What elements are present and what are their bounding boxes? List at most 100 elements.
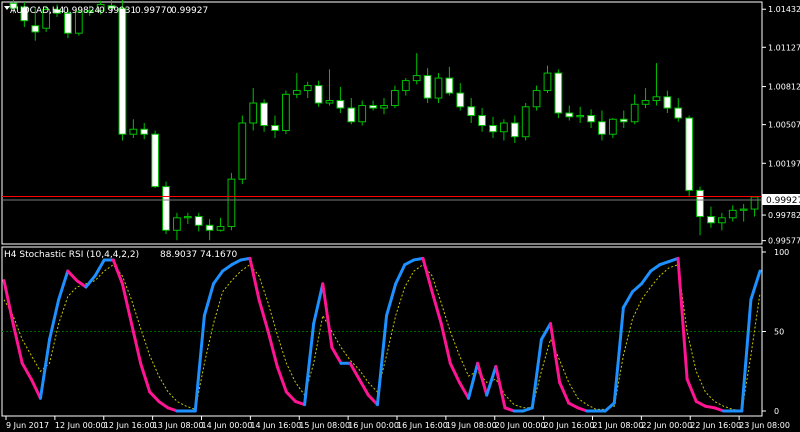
bear-candle [140, 128, 149, 135]
bull-candle [227, 178, 236, 228]
symbol-label: AUDCAD,H4 [10, 6, 65, 16]
time-tick-label: 14 Jun 16:00 [250, 421, 301, 430]
indicator-name: H4 Stochastic RSI (10,4,4,2,2) [4, 250, 139, 260]
bull-candle [183, 216, 192, 219]
time-tick-label: 22 Jun 00:00 [641, 421, 692, 430]
stoch-segment-down [20, 361, 33, 381]
stoch-segment-up [621, 290, 634, 310]
bull-candle [739, 208, 748, 211]
bear-candle [554, 72, 563, 114]
time-tick-label: 22 Jun 16:00 [690, 421, 741, 430]
bear-candle [369, 105, 377, 109]
bear-candle [456, 92, 465, 108]
bear-candle [565, 112, 574, 118]
bear-candle [478, 115, 486, 126]
stoch-segment-down [284, 390, 297, 403]
stoch-segment-down [476, 361, 489, 397]
stoch-segment-up [612, 306, 625, 405]
bear-candle [696, 189, 704, 218]
stoch-segment-down [694, 399, 707, 408]
indicator-header: H4 Stochastic RSI (10,4,4,2,2) 88.9037 7… [4, 250, 237, 260]
low-value: 0.99770 [135, 6, 172, 16]
indicator-value-1: 88.9037 [160, 250, 197, 260]
time-tick-label: 12 Jun 16:00 [104, 421, 155, 430]
time-tick-label: 12 Jun 00:00 [55, 421, 106, 430]
stoch-segment-up [467, 361, 480, 400]
stoch-segment-up [375, 314, 389, 407]
bear-candle [336, 100, 345, 109]
bull-candle [238, 122, 247, 180]
indicator-tick-label: 50 [774, 328, 784, 337]
stoch-segment-up [603, 401, 616, 413]
close-value: 0.99927 [171, 6, 208, 16]
price-header: AUDCAD,H4 0.99824 0.99931 0.99770 0.9992… [4, 6, 208, 16]
price-tick-label: 1.01127 [768, 43, 800, 52]
stoch-segment-up [385, 282, 398, 318]
stoch-segment-down [558, 380, 571, 405]
time-axis: 9 Jun 2017 12 Jun 00:0012 Jun 16:0013 Jun… [5, 416, 790, 430]
stoch-segment-up [640, 269, 653, 286]
stoch-segment-down [157, 399, 170, 410]
bear-candle [314, 85, 323, 104]
open-value: 0.99824 [63, 6, 100, 16]
time-tick-label: 20 Jun 16:00 [544, 421, 595, 430]
current-price-label: 0.99927 [766, 196, 800, 206]
stoch-segment-down [357, 377, 370, 397]
stoch-segment-down [248, 256, 261, 302]
stoch-segment-down [275, 364, 288, 394]
time-tick-label: 23 Jun 08:00 [739, 421, 790, 430]
indicator-lines: 100 50 0 [2, 248, 789, 416]
bull-candle [576, 115, 585, 118]
bear-candle [598, 121, 606, 135]
bull-candle [401, 80, 410, 92]
stoch-segment-up [394, 263, 407, 286]
price-tick-label: 1.00507 [768, 121, 800, 130]
stoch-segment-down [685, 377, 698, 403]
high-value: 0.99931 [99, 6, 136, 16]
stoch-segment-down [321, 282, 334, 349]
time-tick-label: 14 Jun 00:00 [201, 421, 252, 430]
bull-candle [216, 226, 225, 231]
stoch-segment-down [330, 345, 343, 365]
stoch-segment-down [130, 322, 143, 365]
bear-candle [151, 133, 160, 188]
bear-candle [423, 75, 432, 99]
bull-candle [717, 217, 726, 224]
stoch-segment-down [257, 298, 270, 333]
stoch-segment-up [221, 263, 234, 273]
time-tick-label: 15 Jun 08:00 [299, 421, 350, 430]
bear-candle [118, 7, 127, 135]
bull-candle [391, 90, 399, 107]
current-price-tag: 0.99927 [762, 194, 800, 206]
bull-candle [129, 128, 138, 135]
bear-candle [205, 224, 214, 231]
stoch-segment-down [439, 322, 452, 365]
bull-candle [292, 90, 301, 95]
chart: 1.01432 1.01127 1.00812 1.00507 1.00197 0.998… [1, 0, 800, 430]
stoch-segment-up [303, 322, 316, 407]
bull-candle [652, 96, 661, 102]
bull-candle [728, 209, 737, 219]
stoch-segment-down [348, 361, 361, 381]
stoch-segment-up [312, 282, 325, 326]
bull-candle [630, 103, 639, 123]
bear-candle [271, 124, 279, 131]
bull-candle [543, 72, 552, 92]
price-tick-label: 1.01432 [768, 5, 800, 14]
stoch-segment-up [48, 298, 61, 341]
time-tick-label: 13 Jun 08:00 [153, 421, 204, 430]
bull-candle [608, 118, 617, 135]
stoch-segment-up [230, 258, 243, 267]
indicator-tick-label: 100 [774, 248, 789, 257]
stoch-segment-down [430, 290, 443, 326]
stoch-segment-down [421, 256, 434, 294]
stoch-segment-up [193, 314, 206, 413]
bull-candle [434, 77, 443, 99]
time-tick-label: 20 Jun 00:00 [495, 421, 546, 430]
bull-candle [325, 100, 334, 104]
stoch-segment-up [93, 258, 106, 278]
stoch-segment-down [148, 390, 161, 403]
stoch-segment-up [202, 282, 215, 318]
stoch-segment-up [649, 263, 662, 273]
bear-candle [619, 118, 628, 123]
